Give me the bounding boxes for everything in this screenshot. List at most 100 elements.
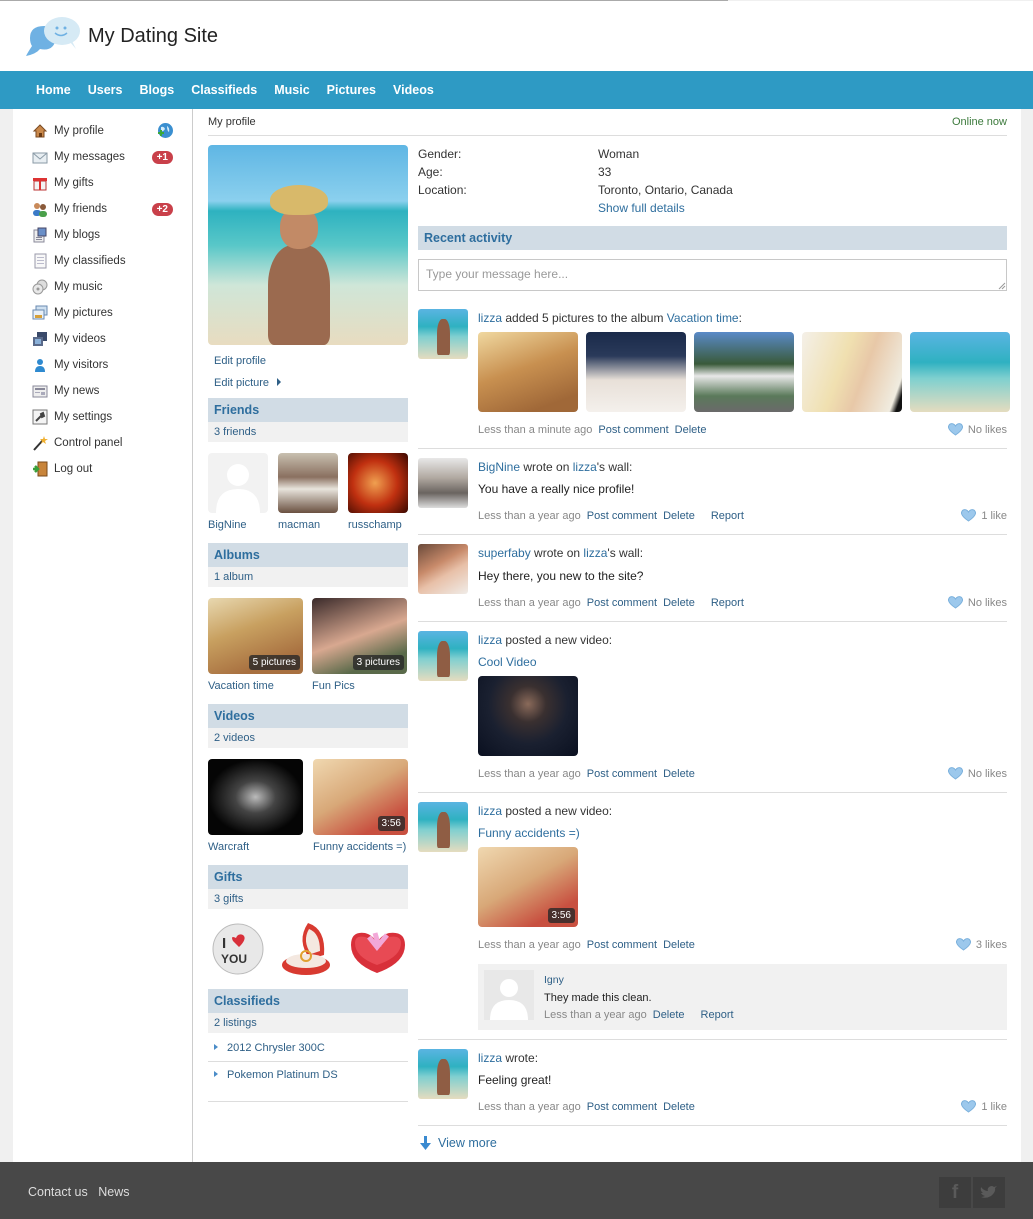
i-love-you-gift-icon[interactable]: I YOU — [208, 921, 268, 977]
album-photo-thumbnail[interactable] — [694, 332, 794, 412]
like-button[interactable]: No likes — [947, 767, 1007, 780]
nav-pictures[interactable]: Pictures — [327, 83, 376, 97]
nav-music[interactable]: Music — [274, 83, 309, 97]
user-avatar[interactable] — [418, 631, 468, 681]
video-title-link[interactable]: Cool Video — [478, 655, 537, 669]
nav-classifieds[interactable]: Classifieds — [191, 83, 257, 97]
album-photo-thumbnail[interactable] — [802, 332, 902, 412]
video-name[interactable]: Funny accidents =) — [313, 841, 406, 853]
facebook-icon[interactable]: f — [939, 1177, 971, 1208]
comment-user-link[interactable]: Igny — [544, 974, 564, 986]
like-button[interactable]: No likes — [947, 596, 1007, 609]
delete-link[interactable]: Delete — [653, 1009, 685, 1021]
sidebar-item-log-out[interactable]: Log out — [32, 459, 177, 479]
user-avatar[interactable] — [418, 309, 468, 359]
wall-owner-link[interactable]: lizza — [583, 546, 607, 560]
classified-listing[interactable]: Pokemon Platinum DS — [214, 1069, 338, 1081]
sidebar-item-my-friends[interactable]: My friends +2 — [32, 199, 177, 219]
sidebar-item-my-music[interactable]: My music — [32, 277, 177, 297]
user-avatar[interactable] — [418, 458, 468, 508]
video-title-link[interactable]: Funny accidents =) — [478, 826, 580, 840]
sidebar-item-control-panel[interactable]: Control panel — [32, 433, 177, 453]
friend-avatar[interactable] — [278, 453, 338, 513]
message-input[interactable] — [418, 259, 1007, 291]
like-button[interactable]: 1 like — [961, 1100, 1007, 1113]
friends-header[interactable]: Friends — [208, 398, 408, 422]
show-full-details-link[interactable]: Show full details — [598, 201, 685, 215]
post-comment-link[interactable]: Post comment — [587, 1101, 657, 1113]
report-link[interactable]: Report — [711, 510, 744, 522]
albums-count[interactable]: 1 album — [208, 567, 408, 587]
friend-name[interactable]: BigNine — [208, 519, 247, 531]
classifieds-header[interactable]: Classifieds — [208, 989, 408, 1013]
albums-header[interactable]: Albums — [208, 543, 408, 567]
heart-box-gift-icon[interactable] — [347, 921, 407, 977]
feed-user-link[interactable]: BigNine — [478, 460, 520, 474]
sidebar-item-my-videos[interactable]: My videos — [32, 329, 177, 349]
profile-photo[interactable] — [208, 145, 408, 345]
edit-profile-link[interactable]: Edit profile — [214, 355, 266, 367]
twitter-icon[interactable] — [973, 1177, 1005, 1208]
news-link[interactable]: News — [98, 1185, 129, 1199]
nav-home[interactable]: Home — [36, 83, 71, 97]
friend-name[interactable]: macman — [278, 519, 320, 531]
feed-user-link[interactable]: lizza — [478, 311, 502, 325]
feed-user-link[interactable]: lizza — [478, 804, 502, 818]
video-thumbnail[interactable] — [478, 676, 578, 756]
album-link[interactable]: Vacation time — [667, 311, 739, 325]
like-button[interactable]: No likes — [947, 423, 1007, 436]
friends-count[interactable]: 3 friends — [208, 422, 408, 442]
album-name[interactable]: Vacation time — [208, 680, 274, 692]
sidebar-item-my-gifts[interactable]: My gifts — [32, 173, 177, 193]
sidebar-item-my-visitors[interactable]: My visitors — [32, 355, 177, 375]
videos-header[interactable]: Videos — [208, 704, 408, 728]
friend-name[interactable]: russchamp — [348, 519, 402, 531]
sidebar-item-my-messages[interactable]: My messages +1 — [32, 147, 177, 167]
gifts-header[interactable]: Gifts — [208, 865, 408, 889]
post-comment-link[interactable]: Post comment — [587, 597, 657, 609]
delete-link[interactable]: Delete — [663, 768, 695, 780]
album-cover[interactable]: 3 pictures — [312, 598, 407, 674]
globe-add-icon[interactable] — [157, 122, 174, 142]
like-button[interactable]: 3 likes — [955, 938, 1007, 951]
video-thumbnail[interactable] — [208, 759, 303, 835]
feed-user-link[interactable]: lizza — [478, 633, 502, 647]
user-avatar[interactable] — [418, 1049, 468, 1099]
videos-count[interactable]: 2 videos — [208, 728, 408, 748]
gifts-count[interactable]: 3 gifts — [208, 889, 408, 909]
sidebar-item-my-profile[interactable]: My profile — [32, 121, 177, 141]
video-thumbnail[interactable]: 3:56 — [313, 759, 408, 835]
user-avatar[interactable] — [418, 544, 468, 594]
sidebar-item-my-settings[interactable]: My settings — [32, 407, 177, 427]
comment-avatar[interactable] — [484, 970, 534, 1020]
feed-user-link[interactable]: lizza — [478, 1051, 502, 1065]
contact-us-link[interactable]: Contact us — [28, 1185, 88, 1199]
classified-listing[interactable]: 2012 Chrysler 300C — [214, 1042, 325, 1054]
sidebar-item-my-classifieds[interactable]: My classifieds — [32, 251, 177, 271]
video-thumbnail[interactable]: 3:56 — [478, 847, 578, 927]
sidebar-item-my-blogs[interactable]: My blogs — [32, 225, 177, 245]
album-photo-thumbnail[interactable] — [478, 332, 578, 412]
friend-avatar[interactable] — [208, 453, 268, 513]
report-link[interactable]: Report — [711, 597, 744, 609]
edit-picture-link[interactable]: Edit picture — [214, 377, 282, 389]
resize-grip-icon[interactable] — [998, 282, 1006, 290]
album-name[interactable]: Fun Pics — [312, 680, 355, 692]
album-cover[interactable]: 5 pictures — [208, 598, 303, 674]
ring-box-gift-icon[interactable] — [278, 921, 338, 977]
album-photo-thumbnail[interactable] — [910, 332, 1010, 412]
post-comment-link[interactable]: Post comment — [587, 768, 657, 780]
post-comment-link[interactable]: Post comment — [598, 424, 668, 436]
feed-user-link[interactable]: superfaby — [478, 546, 531, 560]
delete-link[interactable]: Delete — [663, 1101, 695, 1113]
nav-videos[interactable]: Videos — [393, 83, 434, 97]
sidebar-item-my-pictures[interactable]: My pictures — [32, 303, 177, 323]
nav-blogs[interactable]: Blogs — [139, 83, 174, 97]
view-more-button[interactable]: View more — [420, 1136, 497, 1150]
report-link[interactable]: Report — [701, 1009, 734, 1021]
delete-link[interactable]: Delete — [663, 939, 695, 951]
album-photo-thumbnail[interactable] — [586, 332, 686, 412]
video-name[interactable]: Warcraft — [208, 841, 249, 853]
chat-bubbles-logo-icon[interactable] — [26, 16, 82, 56]
post-comment-link[interactable]: Post comment — [587, 939, 657, 951]
